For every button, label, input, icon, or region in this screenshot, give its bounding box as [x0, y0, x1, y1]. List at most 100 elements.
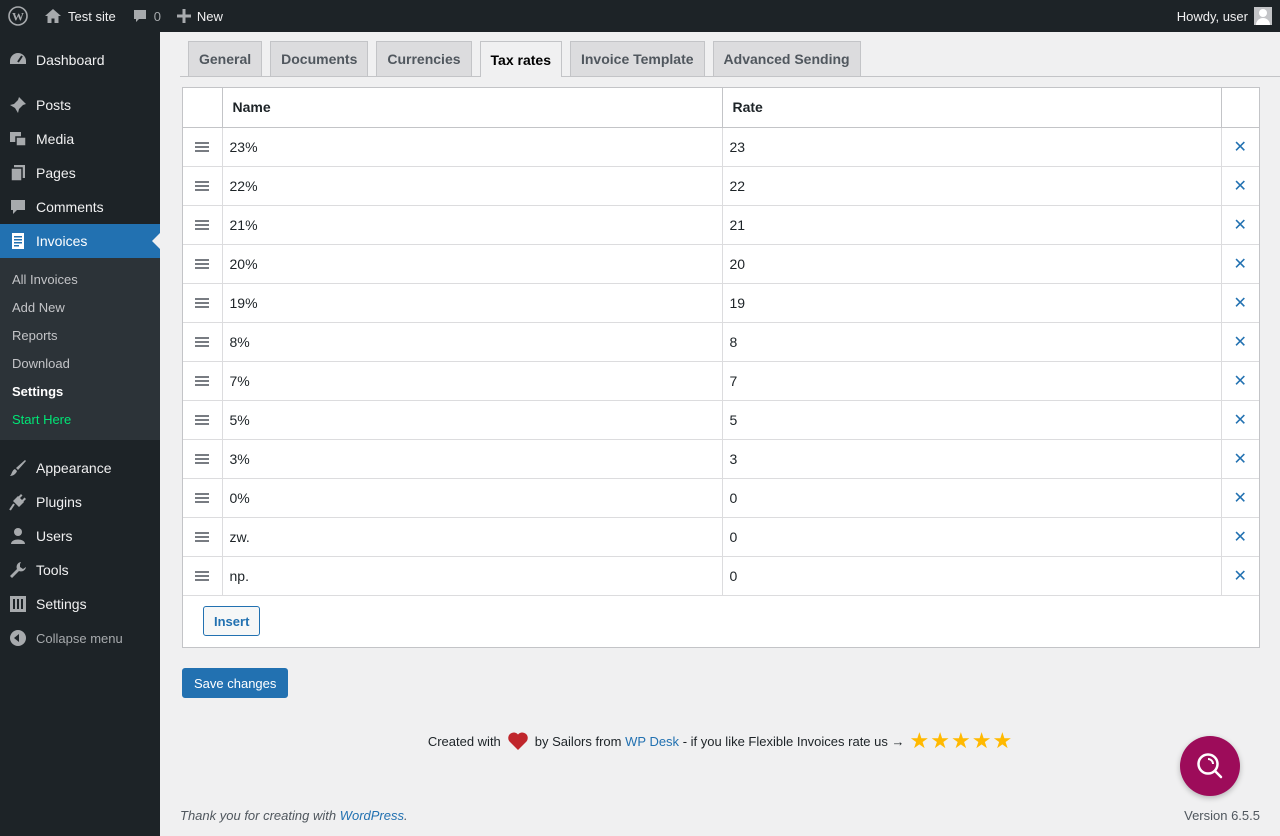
- sidebar-item-plugins[interactable]: Plugins: [0, 485, 160, 519]
- delete-row-button[interactable]: ✕: [1220, 361, 1259, 401]
- tax-rate-cell[interactable]: 0: [721, 556, 1221, 596]
- close-icon[interactable]: ✕: [1234, 373, 1247, 390]
- submenu-item-reports[interactable]: Reports: [0, 321, 160, 349]
- tax-rate-cell[interactable]: 0: [721, 517, 1221, 557]
- wordpress-link[interactable]: WordPress: [340, 808, 404, 823]
- close-icon[interactable]: ✕: [1234, 295, 1247, 312]
- delete-row-button[interactable]: ✕: [1220, 244, 1259, 284]
- drag-handle[interactable]: [183, 439, 222, 479]
- close-icon[interactable]: ✕: [1234, 217, 1247, 234]
- drag-handle-icon[interactable]: [195, 414, 210, 425]
- drag-handle-icon[interactable]: [195, 258, 210, 269]
- drag-handle-icon[interactable]: [195, 297, 210, 308]
- submenu-item-start-here[interactable]: Start Here: [0, 405, 160, 433]
- save-changes-button[interactable]: Save changes: [182, 668, 289, 698]
- delete-row-button[interactable]: ✕: [1220, 166, 1259, 206]
- tax-name-cell[interactable]: 3%: [221, 439, 722, 479]
- tax-rate-cell[interactable]: 22: [721, 166, 1221, 206]
- drag-handle[interactable]: [183, 517, 222, 557]
- delete-row-button[interactable]: ✕: [1220, 400, 1259, 440]
- tax-name-cell[interactable]: zw.: [221, 517, 722, 557]
- tax-name-cell[interactable]: 23%: [221, 127, 722, 167]
- tax-rate-cell[interactable]: 23: [721, 127, 1221, 167]
- delete-row-button[interactable]: ✕: [1220, 283, 1259, 323]
- delete-row-button[interactable]: ✕: [1220, 517, 1259, 557]
- delete-row-button[interactable]: ✕: [1220, 556, 1259, 596]
- drag-handle-icon[interactable]: [195, 531, 210, 542]
- sidebar-item-settings[interactable]: Settings: [0, 587, 160, 621]
- drag-handle-icon[interactable]: [195, 141, 210, 152]
- drag-handle[interactable]: [183, 478, 222, 518]
- sidebar-item-comments[interactable]: Comments: [0, 190, 160, 224]
- star-icon[interactable]: ★: [910, 730, 930, 752]
- tax-rate-cell[interactable]: 7: [721, 361, 1221, 401]
- insert-button[interactable]: Insert: [203, 606, 261, 636]
- drag-handle[interactable]: [183, 322, 222, 362]
- drag-handle[interactable]: [183, 400, 222, 440]
- sidebar-item-posts[interactable]: Posts: [0, 88, 160, 122]
- delete-row-button[interactable]: ✕: [1220, 322, 1259, 362]
- submenu-item-download[interactable]: Download: [0, 349, 160, 377]
- tax-name-cell[interactable]: 22%: [221, 166, 722, 206]
- account-menu[interactable]: Howdy, user: [1169, 0, 1280, 32]
- sidebar-item-pages[interactable]: Pages: [0, 156, 160, 190]
- close-icon[interactable]: ✕: [1234, 334, 1247, 351]
- help-search-button[interactable]: [1180, 736, 1240, 796]
- close-icon[interactable]: ✕: [1234, 529, 1247, 546]
- tax-rate-cell[interactable]: 21: [721, 205, 1221, 245]
- close-icon[interactable]: ✕: [1234, 256, 1247, 273]
- sidebar-item-appearance[interactable]: Appearance: [0, 451, 160, 485]
- drag-handle-icon[interactable]: [195, 219, 210, 230]
- close-icon[interactable]: ✕: [1234, 451, 1247, 468]
- wp-desk-link[interactable]: WP Desk: [625, 734, 679, 749]
- star-icon[interactable]: ★: [992, 730, 1012, 752]
- comments-link[interactable]: 0: [124, 0, 169, 32]
- drag-handle[interactable]: [183, 205, 222, 245]
- delete-row-button[interactable]: ✕: [1220, 439, 1259, 479]
- drag-handle[interactable]: [183, 556, 222, 596]
- delete-row-button[interactable]: ✕: [1220, 478, 1259, 518]
- drag-handle-icon[interactable]: [195, 180, 210, 191]
- submenu-item-all-invoices[interactable]: All Invoices: [0, 265, 160, 293]
- submenu-item-settings[interactable]: Settings: [0, 377, 160, 405]
- tax-name-cell[interactable]: 20%: [221, 244, 722, 284]
- drag-handle[interactable]: [183, 244, 222, 284]
- star-icon[interactable]: ★: [930, 730, 950, 752]
- close-icon[interactable]: ✕: [1234, 139, 1247, 156]
- rating-stars[interactable]: ★ ★ ★ ★ ★: [909, 730, 1013, 752]
- tax-rate-cell[interactable]: 20: [721, 244, 1221, 284]
- drag-handle-icon[interactable]: [195, 492, 210, 503]
- tab-currencies[interactable]: Currencies: [376, 41, 472, 76]
- tax-rate-cell[interactable]: 8: [721, 322, 1221, 362]
- site-name-link[interactable]: Test site: [36, 0, 124, 32]
- close-icon[interactable]: ✕: [1234, 178, 1247, 195]
- tax-name-cell[interactable]: np.: [221, 556, 722, 596]
- drag-handle-icon[interactable]: [195, 570, 210, 581]
- tax-name-cell[interactable]: 19%: [221, 283, 722, 323]
- star-icon[interactable]: ★: [951, 730, 971, 752]
- submenu-item-add-new[interactable]: Add New: [0, 293, 160, 321]
- tax-rate-cell[interactable]: 19: [721, 283, 1221, 323]
- sidebar-item-users[interactable]: Users: [0, 519, 160, 553]
- drag-handle[interactable]: [183, 283, 222, 323]
- tab-tax-rates[interactable]: Tax rates: [479, 41, 562, 77]
- tax-rate-cell[interactable]: 5: [721, 400, 1221, 440]
- tax-name-cell[interactable]: 8%: [221, 322, 722, 362]
- close-icon[interactable]: ✕: [1234, 568, 1247, 585]
- sidebar-item-invoices[interactable]: Invoices: [0, 224, 160, 258]
- tax-rate-cell[interactable]: 3: [721, 439, 1221, 479]
- collapse-menu-button[interactable]: Collapse menu: [0, 621, 160, 655]
- tab-advanced-sending[interactable]: Advanced Sending: [712, 41, 861, 76]
- tax-name-cell[interactable]: 7%: [221, 361, 722, 401]
- tab-invoice-template[interactable]: Invoice Template: [569, 41, 705, 76]
- tax-rate-cell[interactable]: 0: [721, 478, 1221, 518]
- sidebar-item-dashboard[interactable]: Dashboard: [0, 43, 160, 77]
- tab-general[interactable]: General: [188, 41, 263, 76]
- close-icon[interactable]: ✕: [1234, 412, 1247, 429]
- drag-handle-icon[interactable]: [195, 375, 210, 386]
- tax-name-cell[interactable]: 21%: [221, 205, 722, 245]
- sidebar-item-tools[interactable]: Tools: [0, 553, 160, 587]
- drag-handle[interactable]: [183, 361, 222, 401]
- new-content-link[interactable]: New: [169, 0, 231, 32]
- drag-handle[interactable]: [183, 127, 222, 167]
